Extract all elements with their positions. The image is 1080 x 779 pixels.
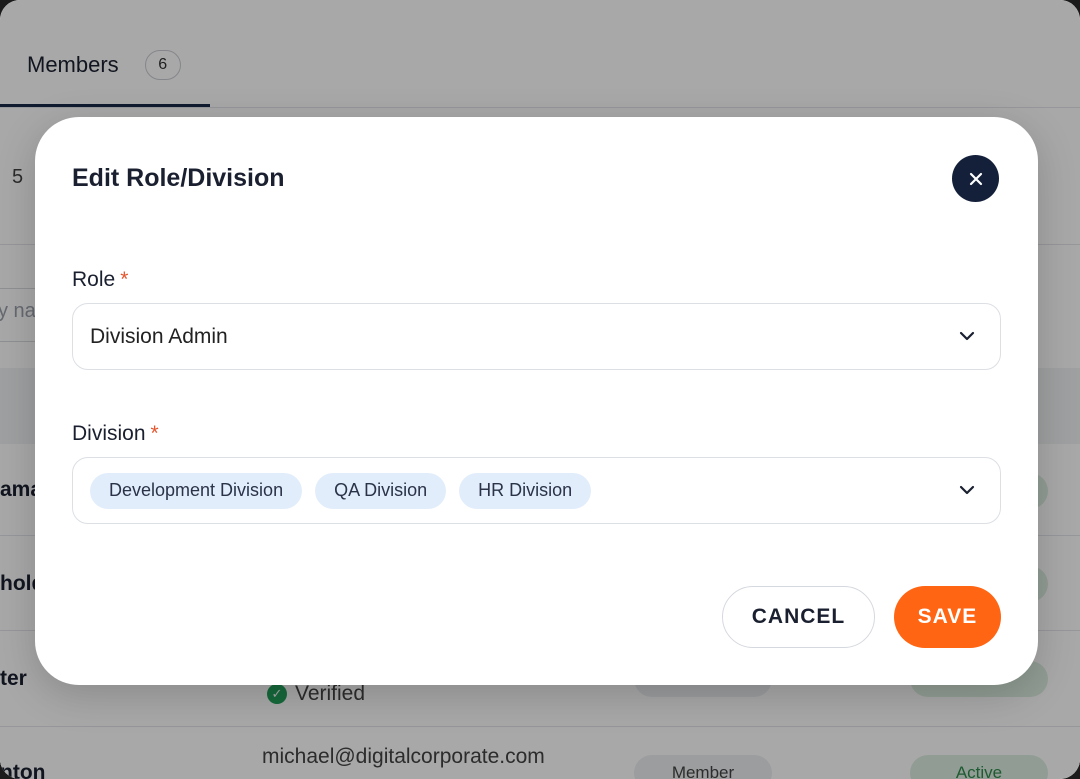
- dialog-title: Edit Role/Division: [72, 164, 285, 192]
- required-marker: *: [120, 268, 129, 291]
- save-button[interactable]: SAVE: [894, 586, 1001, 648]
- role-select[interactable]: Division Admin: [72, 303, 1001, 370]
- chevron-down-icon: [959, 331, 975, 340]
- close-icon: [969, 172, 982, 185]
- edit-role-division-dialog: Edit Role/Division Role * Division Admin …: [35, 117, 1038, 685]
- division-label: Division *: [72, 422, 159, 446]
- division-chip[interactable]: HR Division: [459, 472, 592, 509]
- role-label: Role *: [72, 268, 128, 292]
- app-frame: Members 6 5 y na ama hold ter ✓ Verified…: [0, 0, 1080, 779]
- division-label-text: Division: [72, 422, 146, 445]
- role-select-value: Division Admin: [90, 324, 228, 348]
- chevron-down-icon: [959, 485, 975, 494]
- required-marker: *: [150, 422, 159, 445]
- division-chip[interactable]: QA Division: [315, 472, 447, 509]
- division-chip[interactable]: Development Division: [90, 472, 303, 509]
- division-multiselect[interactable]: Development Division QA Division HR Divi…: [72, 457, 1001, 524]
- role-label-text: Role: [72, 268, 116, 291]
- close-button[interactable]: [952, 155, 999, 202]
- cancel-button[interactable]: CANCEL: [722, 586, 875, 648]
